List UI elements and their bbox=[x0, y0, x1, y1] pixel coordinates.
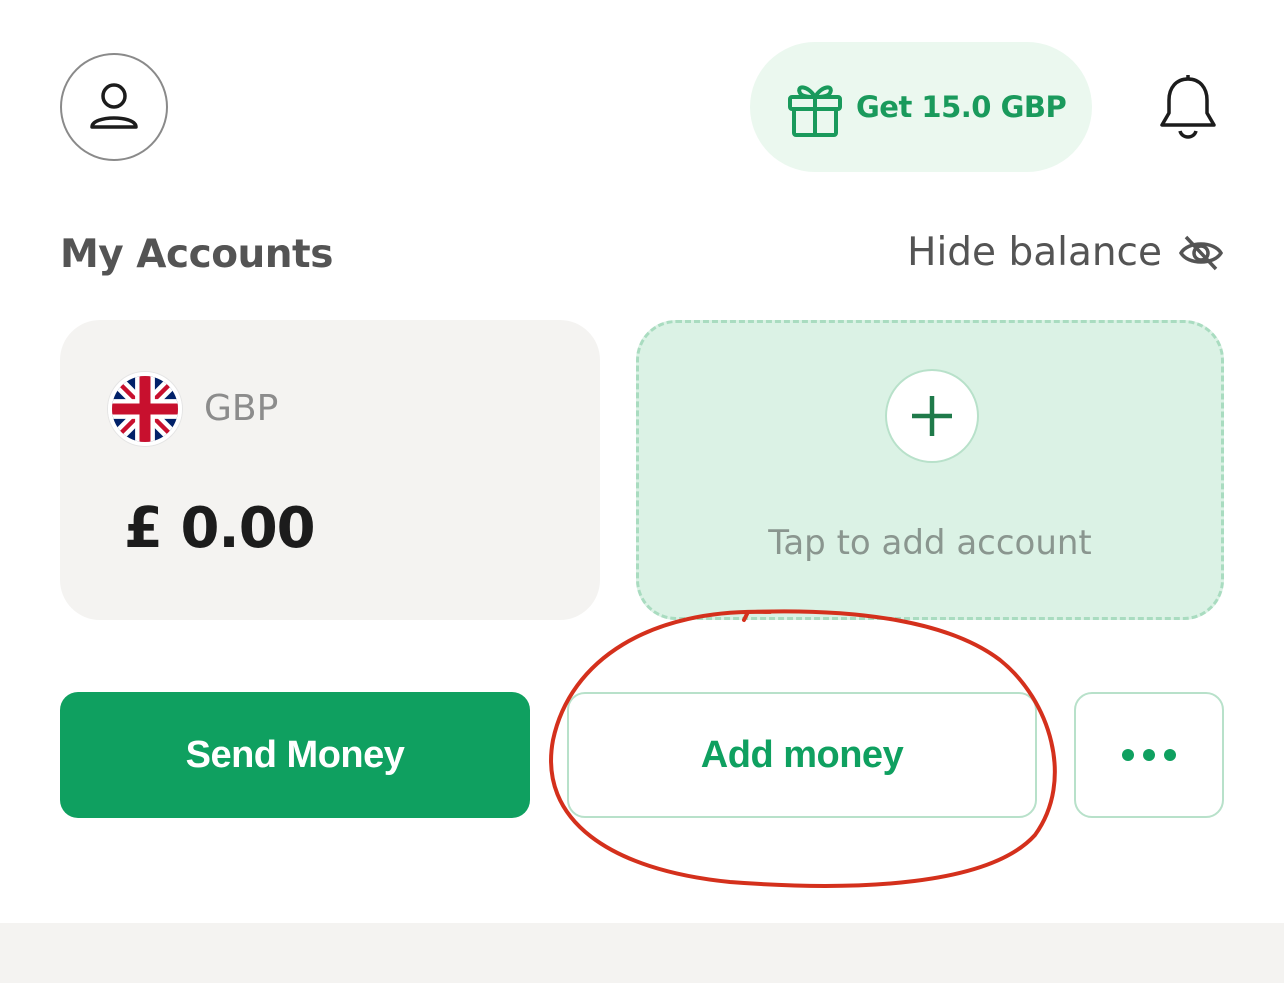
my-accounts-title: My Accounts bbox=[60, 232, 333, 277]
add-account-plus-button[interactable] bbox=[885, 369, 979, 463]
bottom-section-divider bbox=[0, 923, 1284, 983]
more-dot bbox=[1164, 749, 1176, 761]
notifications-button[interactable] bbox=[1152, 70, 1224, 146]
uk-flag-icon bbox=[108, 372, 182, 446]
account-balance: £ 0.00 bbox=[124, 496, 316, 561]
profile-avatar-button[interactable] bbox=[60, 53, 168, 161]
add-account-card[interactable]: Tap to add account bbox=[636, 320, 1224, 620]
gift-icon bbox=[788, 85, 842, 137]
gbp-account-card[interactable]: GBP £ 0.00 bbox=[60, 320, 600, 620]
add-money-button[interactable]: Add money bbox=[567, 692, 1037, 818]
send-money-button[interactable]: Send Money bbox=[60, 692, 530, 818]
more-dots-icon bbox=[1122, 749, 1134, 761]
referral-promo-button[interactable]: Get 15.0 GBP bbox=[750, 42, 1092, 172]
hide-balance-toggle[interactable]: Hide balance bbox=[907, 230, 1224, 275]
eye-off-icon bbox=[1178, 235, 1224, 270]
more-actions-button[interactable] bbox=[1074, 692, 1224, 818]
more-dot bbox=[1143, 749, 1155, 761]
hide-balance-label: Hide balance bbox=[907, 230, 1162, 275]
bell-icon bbox=[1160, 75, 1216, 139]
add-account-label: Tap to add account bbox=[768, 523, 1092, 563]
plus-icon bbox=[912, 396, 952, 436]
currency-code: GBP bbox=[204, 388, 279, 429]
user-icon bbox=[90, 83, 138, 129]
promo-label: Get 15.0 GBP bbox=[856, 90, 1067, 124]
